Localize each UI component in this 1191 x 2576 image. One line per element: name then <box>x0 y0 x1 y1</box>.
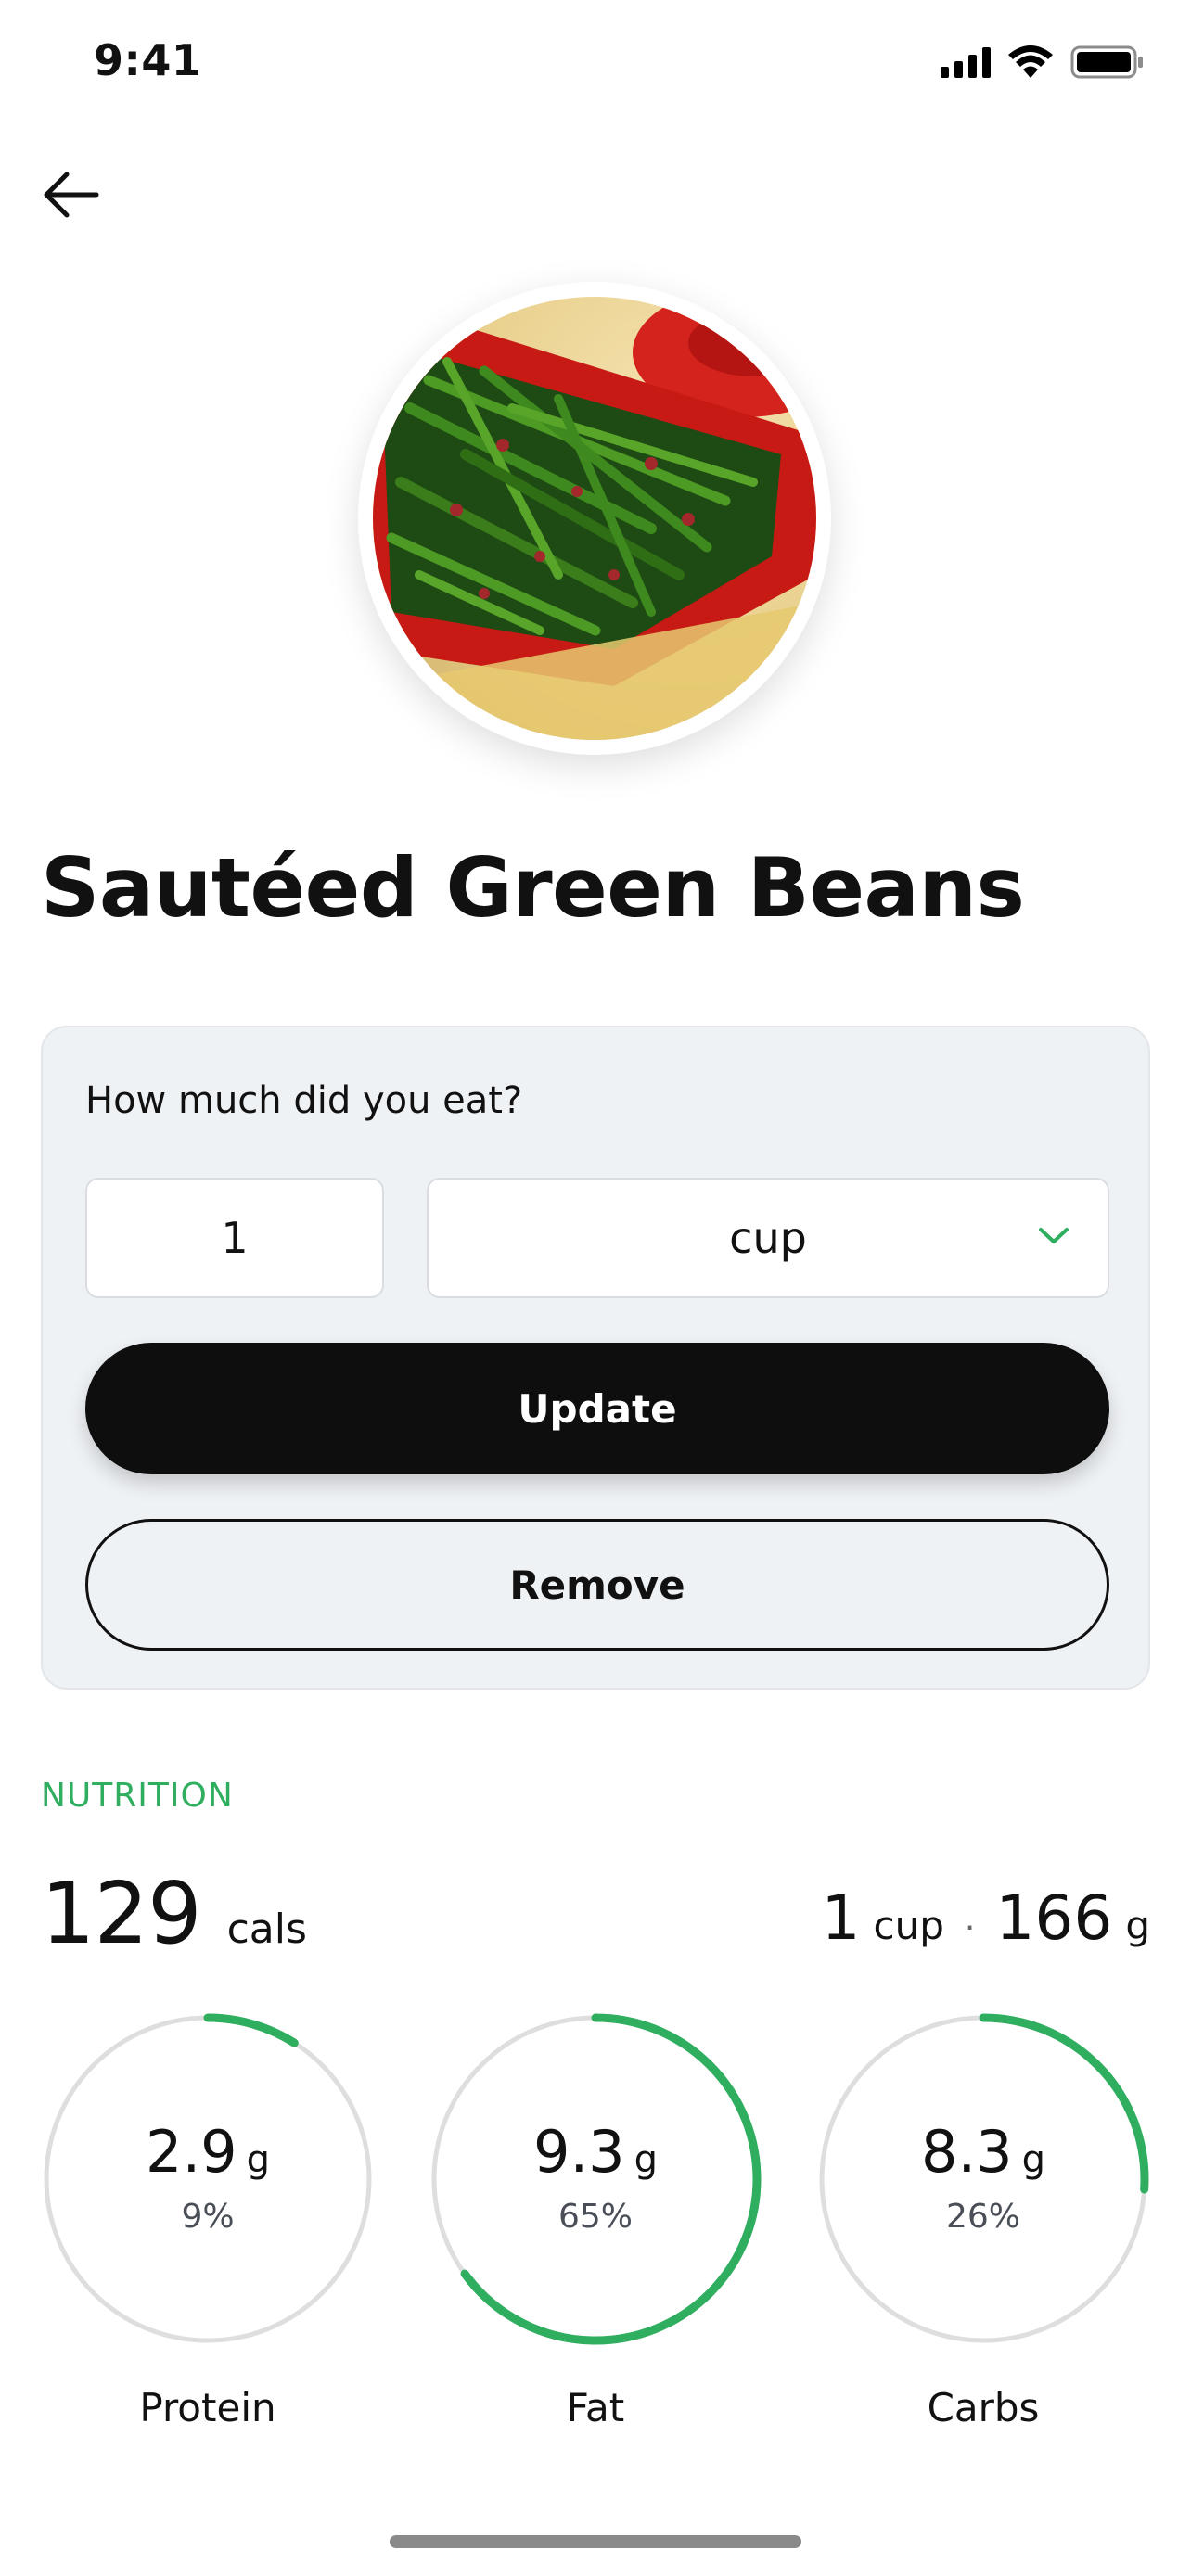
unit-select[interactable]: cup <box>427 1178 1109 1298</box>
serving-grams-unit: g <box>1125 1903 1150 1948</box>
macro-carbs: 8.3 g 26% Carbs <box>814 2010 1152 2430</box>
serving-summary: 1 cup · 166 g <box>822 1882 1150 1954</box>
home-indicator <box>390 2535 801 2548</box>
unit-select-value: cup <box>729 1213 807 1263</box>
serving-grams: 166 <box>995 1882 1113 1954</box>
nutrition-section-label: NUTRITION <box>41 1777 234 1815</box>
serving-separator: · <box>964 1909 976 1947</box>
calories-value: 129 <box>41 1864 202 1963</box>
remove-button[interactable]: Remove <box>85 1519 1109 1651</box>
macro-protein: 2.9 g 9% Protein <box>39 2010 377 2430</box>
carbs-percent: 26% <box>945 2197 1020 2236</box>
back-button[interactable] <box>33 158 108 232</box>
carbs-amount: 8.3 <box>921 2117 1013 2186</box>
food-photo-frame <box>358 282 831 755</box>
update-button[interactable]: Update <box>85 1343 1109 1474</box>
fat-percent: 65% <box>557 2197 633 2236</box>
fat-unit: g <box>634 2137 658 2181</box>
serving-quantity: 1 <box>821 1882 861 1954</box>
calories-unit: cals <box>226 1906 307 1953</box>
chevron-down-icon <box>1039 1228 1069 1243</box>
portion-card: How much did you eat? 1 cup Update Remov… <box>41 1026 1150 1690</box>
carbs-label: Carbs <box>927 2385 1040 2430</box>
fat-amount: 9.3 <box>533 2117 625 2186</box>
green-beans-photo <box>373 297 816 740</box>
status-icons <box>941 45 1145 80</box>
cellular-icon <box>941 46 991 78</box>
food-title: Sautéed Green Beans <box>41 840 1025 936</box>
macro-fat: 9.3 g 65% Fat <box>427 2010 764 2430</box>
status-time: 9:41 <box>94 35 202 85</box>
carbs-unit: g <box>1021 2137 1045 2181</box>
protein-percent: 9% <box>181 2197 235 2236</box>
quantity-input[interactable]: 1 <box>85 1178 384 1298</box>
fat-label: Fat <box>566 2385 625 2430</box>
portion-question: How much did you eat? <box>85 1079 523 1122</box>
calories-summary: 129 cals <box>41 1864 307 1963</box>
serving-unit: cup <box>873 1903 944 1948</box>
protein-label: Protein <box>139 2385 276 2430</box>
battery-icon <box>1070 45 1143 79</box>
wifi-icon <box>1008 45 1053 78</box>
macro-rings: 2.9 g 9% Protein 9.3 g 65% Fat 8.3 g 26% Ca… <box>0 2010 1191 2430</box>
protein-amount: 2.9 <box>146 2117 237 2186</box>
arrow-left-icon <box>44 172 99 218</box>
protein-unit: g <box>246 2137 270 2181</box>
